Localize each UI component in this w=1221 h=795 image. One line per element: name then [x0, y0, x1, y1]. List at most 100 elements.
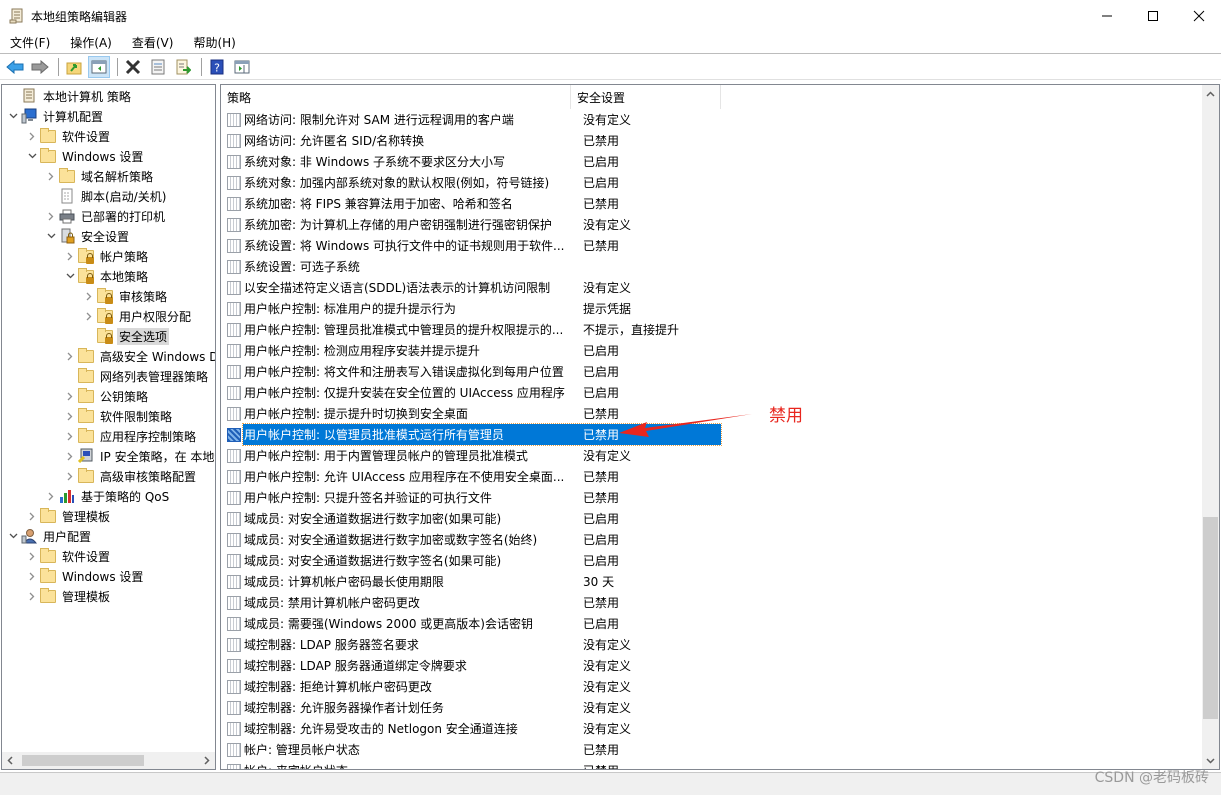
- policy-row[interactable]: 帐户: 来宾帐户状态已禁用: [221, 760, 1203, 769]
- policy-row[interactable]: 域控制器: LDAP 服务器签名要求 没有定义: [221, 634, 1203, 655]
- tree-item[interactable]: 本地计算机 策略: [5, 86, 133, 106]
- menu-action[interactable]: 操作(A): [60, 34, 120, 51]
- up-one-level-button[interactable]: [63, 56, 85, 78]
- chevron-down-icon[interactable]: [62, 268, 78, 284]
- policy-row[interactable]: 用户帐户控制: 将文件和注册表写入错误虚拟化到每用户位置 已启用: [221, 361, 1203, 382]
- policy-row[interactable]: 用户帐户控制: 仅提升安装在安全位置的 UIAccess 应用程序 已启用: [221, 382, 1203, 403]
- chevron-right-icon[interactable]: [24, 588, 40, 604]
- show-hide-action-pane-button[interactable]: [231, 56, 253, 78]
- chevron-right-icon[interactable]: [62, 248, 78, 264]
- policy-row[interactable]: 域成员: 禁用计算机帐户密码更改 已禁用: [221, 592, 1203, 613]
- tree-item[interactable]: 用户配置: [5, 526, 93, 546]
- policy-row[interactable]: 系统对象: 加强内部系统对象的默认权限(例如，符号链接) 已启用: [221, 172, 1203, 193]
- maximize-button[interactable]: [1130, 0, 1176, 32]
- chevron-right-icon[interactable]: [62, 348, 78, 364]
- back-button[interactable]: [4, 56, 26, 78]
- tree-item[interactable]: 高级审核策略配置: [62, 466, 198, 486]
- tree-item[interactable]: 高级安全 Windows Defender 防火墙: [62, 346, 215, 366]
- chevron-right-icon[interactable]: [43, 168, 59, 184]
- chevron-right-icon[interactable]: [24, 508, 40, 524]
- scroll-right-button[interactable]: [199, 752, 215, 769]
- tree-item[interactable]: IP 安全策略，在 本地计算机: [62, 446, 215, 466]
- policy-row[interactable]: 系统加密: 将 FIPS 兼容算法用于加密、哈希和签名 已禁用: [221, 193, 1203, 214]
- close-button[interactable]: [1176, 0, 1221, 32]
- chevron-down-icon[interactable]: [5, 528, 21, 544]
- column-header-security-setting[interactable]: 安全设置: [571, 85, 721, 109]
- tree-item[interactable]: 公钥策略: [62, 386, 150, 406]
- policy-row[interactable]: 域成员: 对安全通道数据进行数字签名(如果可能) 已启用: [221, 550, 1203, 571]
- policy-row[interactable]: 域控制器: 拒绝计算机帐户密码更改 没有定义: [221, 676, 1203, 697]
- tree-item[interactable]: Windows 设置: [24, 566, 145, 586]
- chevron-right-icon[interactable]: [24, 568, 40, 584]
- tree-item[interactable]: 管理模板: [24, 586, 112, 606]
- tree-item[interactable]: 审核策略: [81, 286, 169, 306]
- chevron-right-icon[interactable]: [81, 288, 97, 304]
- tree-item[interactable]: 域名解析策略: [43, 166, 155, 186]
- vertical-scroll-thumb[interactable]: [1203, 517, 1218, 719]
- tree-item[interactable]: 用户权限分配: [81, 306, 193, 326]
- chevron-right-icon[interactable]: [43, 488, 59, 504]
- policy-row[interactable]: 系统设置: 将 Windows 可执行文件中的证书规则用于软件... 已禁用: [221, 235, 1203, 256]
- tree-item[interactable]: 软件设置: [24, 546, 112, 566]
- policy-row[interactable]: 域成员: 对安全通道数据进行数字加密或数字签名(始终) 已启用: [221, 529, 1203, 550]
- policy-row[interactable]: 网络访问: 限制允许对 SAM 进行远程调用的客户端 没有定义: [221, 109, 1203, 130]
- menu-help[interactable]: 帮助(H): [183, 34, 243, 51]
- policy-row[interactable]: 用户帐户控制: 管理员批准模式中管理员的提升权限提示的... 不提示，直接提升: [221, 319, 1203, 340]
- policy-row[interactable]: 用户帐户控制: 允许 UIAccess 应用程序在不使用安全桌面... 已禁用: [221, 466, 1203, 487]
- chevron-right-icon[interactable]: [62, 408, 78, 424]
- properties-button[interactable]: [147, 56, 169, 78]
- forward-button[interactable]: [29, 56, 51, 78]
- horizontal-scroll-thumb[interactable]: [22, 755, 144, 766]
- tree-item[interactable]: 安全设置: [43, 226, 131, 246]
- tree-item[interactable]: 网络列表管理器策略: [62, 366, 210, 386]
- chevron-down-icon[interactable]: [5, 108, 21, 124]
- delete-button[interactable]: [122, 56, 144, 78]
- policy-row[interactable]: 域控制器: 允许服务器操作者计划任务 没有定义: [221, 697, 1203, 718]
- tree-item[interactable]: Windows 设置: [24, 146, 145, 166]
- tree-item[interactable]: 软件限制策略: [62, 406, 174, 426]
- minimize-button[interactable]: [1084, 0, 1130, 32]
- scroll-left-button[interactable]: [2, 752, 18, 769]
- tree-item[interactable]: 管理模板: [24, 506, 112, 526]
- chevron-right-icon[interactable]: [81, 308, 97, 324]
- chevron-right-icon[interactable]: [24, 128, 40, 144]
- policy-row[interactable]: 域控制器: LDAP 服务器通道绑定令牌要求 没有定义: [221, 655, 1203, 676]
- policy-row[interactable]: 用户帐户控制: 用于内置管理员帐户的管理员批准模式 没有定义: [221, 445, 1203, 466]
- horizontal-scrollbar[interactable]: [2, 752, 215, 769]
- chevron-right-icon[interactable]: [62, 388, 78, 404]
- chevron-right-icon[interactable]: [62, 468, 78, 484]
- menu-file[interactable]: 文件(F): [0, 34, 58, 51]
- vertical-scrollbar[interactable]: [1202, 85, 1219, 769]
- tree-item[interactable]: 软件设置: [24, 126, 112, 146]
- tree-item[interactable]: 脚本(启动/关机): [43, 186, 168, 206]
- tree-item[interactable]: 基于策略的 QoS: [43, 486, 171, 506]
- help-button[interactable]: ?: [206, 56, 228, 78]
- policy-row[interactable]: 以安全描述符定义语言(SDDL)语法表示的计算机访问限制 没有定义: [221, 277, 1203, 298]
- export-list-button[interactable]: [172, 56, 194, 78]
- policy-row[interactable]: 用户帐户控制: 标准用户的提升提示行为 提示凭据: [221, 298, 1203, 319]
- policy-row[interactable]: 用户帐户控制: 检测应用程序安装并提示提升 已启用: [221, 340, 1203, 361]
- chevron-right-icon[interactable]: [62, 448, 78, 464]
- tree-item[interactable]: 应用程序控制策略: [62, 426, 198, 446]
- policy-row[interactable]: 系统设置: 可选子系统: [221, 256, 1203, 277]
- policy-row[interactable]: 用户帐户控制: 只提升签名并验证的可执行文件 已禁用: [221, 487, 1203, 508]
- policy-row[interactable]: 系统加密: 为计算机上存储的用户密钥强制进行强密钥保护 没有定义: [221, 214, 1203, 235]
- policy-row[interactable]: 系统对象: 非 Windows 子系统不要求区分大小写 已启用: [221, 151, 1203, 172]
- policy-row[interactable]: 帐户: 管理员帐户状态 已禁用: [221, 739, 1203, 760]
- policy-row[interactable]: 域成员: 计算机帐户密码最长使用期限 30 天: [221, 571, 1203, 592]
- tree-item[interactable]: 帐户策略: [62, 246, 150, 266]
- column-header-policy[interactable]: 策略 ^: [221, 85, 571, 109]
- chevron-right-icon[interactable]: [24, 548, 40, 564]
- show-hide-console-tree-button[interactable]: [88, 55, 110, 78]
- policy-row[interactable]: 域控制器: 允许易受攻击的 Netlogon 安全通道连接 没有定义: [221, 718, 1203, 739]
- tree-item[interactable]: 本地策略: [62, 266, 150, 286]
- policy-row[interactable]: 域成员: 需要强(Windows 2000 或更高版本)会话密钥 已启用: [221, 613, 1203, 634]
- tree-item[interactable]: 已部署的打印机: [43, 206, 167, 226]
- chevron-down-icon[interactable]: [43, 228, 59, 244]
- policy-row[interactable]: 域成员: 对安全通道数据进行数字加密(如果可能) 已启用: [221, 508, 1203, 529]
- chevron-down-icon[interactable]: [24, 148, 40, 164]
- chevron-right-icon[interactable]: [43, 208, 59, 224]
- menu-view[interactable]: 查看(V): [122, 34, 182, 51]
- tree-item[interactable]: 安全选项: [81, 326, 170, 346]
- scroll-up-button[interactable]: [1202, 85, 1219, 102]
